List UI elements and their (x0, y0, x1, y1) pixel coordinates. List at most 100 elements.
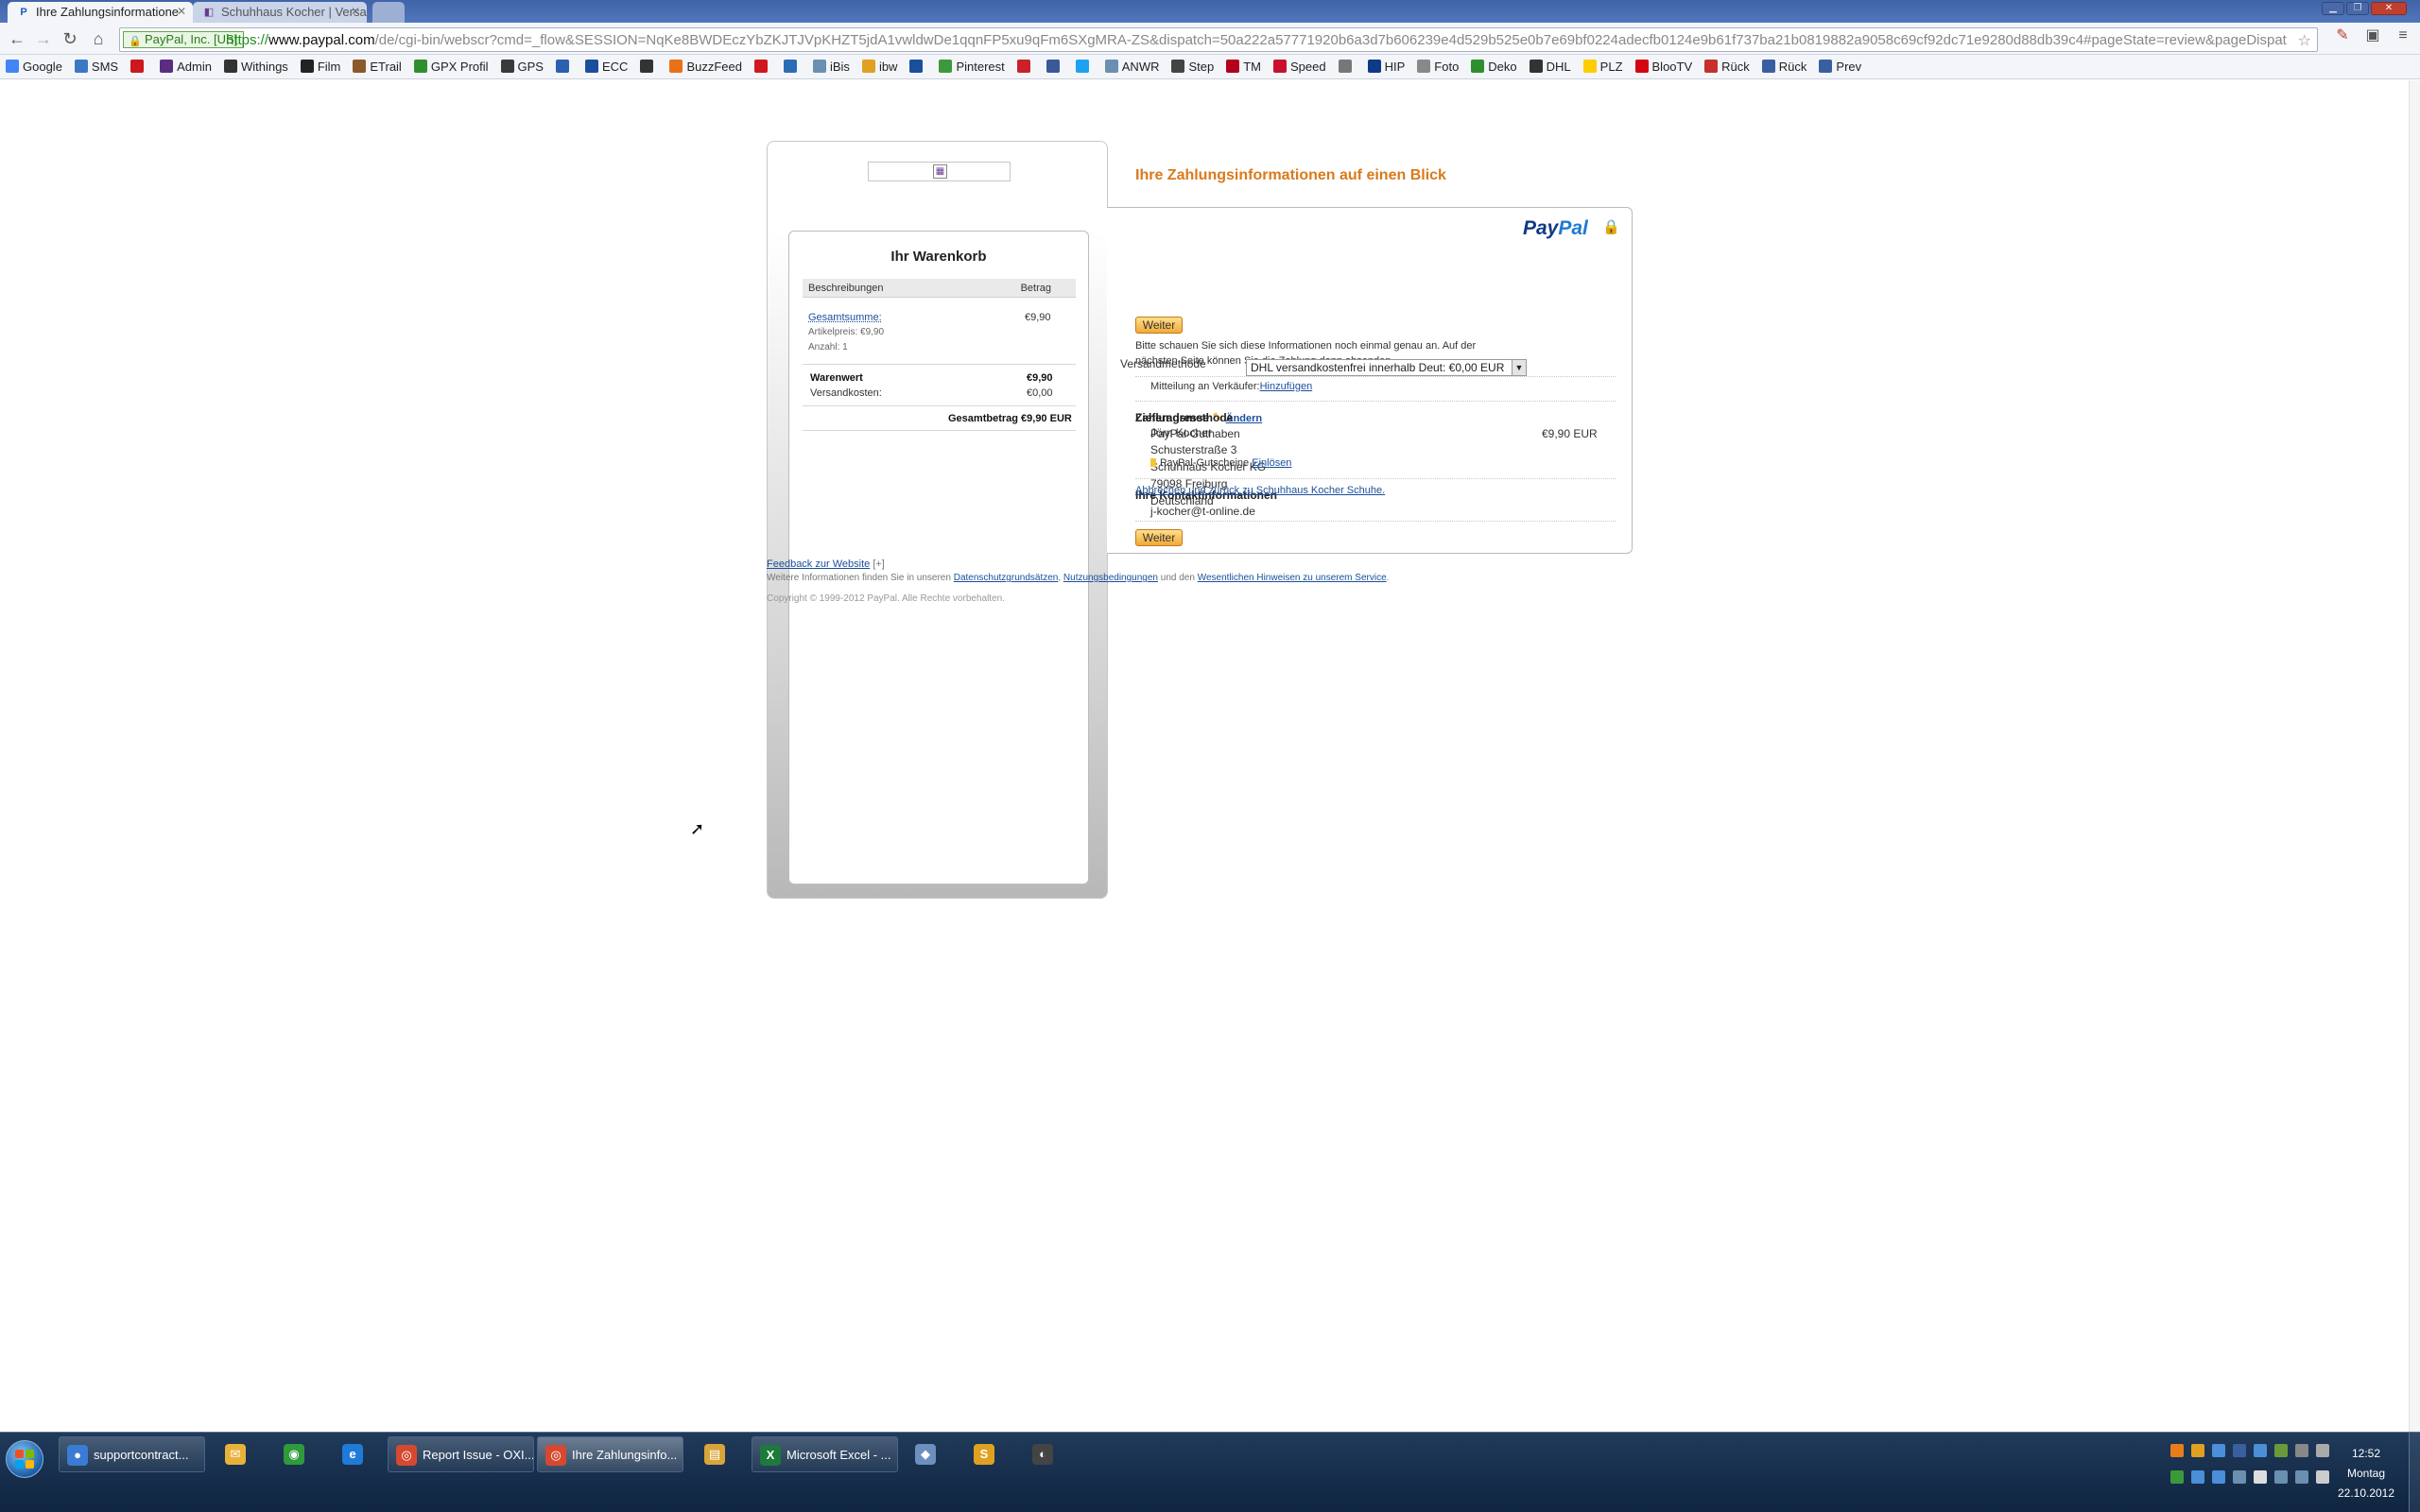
tab-paypal[interactable]: P Ihre Zahlungsinformatione ✕ (8, 2, 193, 23)
tray-icon[interactable] (2254, 1444, 2267, 1457)
start-button[interactable] (6, 1440, 43, 1478)
bookmark-item[interactable]: ANWR (1104, 55, 1159, 78)
bookmark-item[interactable]: GPX Profil (413, 55, 489, 78)
reload-icon[interactable]: ↻ (57, 27, 83, 50)
tray-icon[interactable] (2191, 1444, 2204, 1457)
bookmark-item[interactable]: DHL (1529, 55, 1571, 78)
tray-icon[interactable] (2316, 1444, 2329, 1457)
add-seller-note-link[interactable]: Hinzufügen (1260, 381, 1313, 392)
bookmark-item[interactable] (640, 55, 657, 78)
bookmark-item[interactable]: Film (300, 55, 340, 78)
close-window-icon[interactable]: ✕ (2371, 2, 2407, 15)
bookmark-item[interactable]: BuzzFeed (669, 55, 742, 78)
back-icon[interactable]: ← (4, 27, 30, 50)
extension-icon[interactable]: ✎ (2333, 27, 2352, 44)
shipping-method-select[interactable]: DHL versandkostenfrei innerhalb Deut: €0… (1246, 359, 1527, 376)
tray-icon[interactable] (2295, 1444, 2308, 1457)
address-bar[interactable]: 🔒 PayPal, Inc. [US] https://www.paypal.c… (119, 27, 2318, 52)
bookmark-item[interactable]: Speed (1273, 55, 1326, 78)
service-notes-link[interactable]: Wesentlichen Hinweisen zu unserem Servic… (1198, 573, 1387, 583)
taskbar-app-icon[interactable]: S (964, 1436, 1006, 1472)
bookmark-item[interactable]: Rück (1704, 55, 1750, 78)
menu-icon[interactable]: ≡ (2394, 27, 2412, 44)
bookmark-item[interactable]: Prev (1819, 55, 1861, 78)
tray-icon[interactable] (2212, 1470, 2225, 1484)
bookmark-item[interactable]: HIP (1367, 55, 1405, 78)
page-scrollbar[interactable] (2409, 80, 2420, 1432)
tray-icon[interactable] (2233, 1444, 2246, 1457)
tray-icon[interactable] (2233, 1470, 2246, 1484)
taskbar-app-icon[interactable]: ◉ (274, 1436, 316, 1472)
tray-icon[interactable] (2212, 1444, 2225, 1457)
windows-logo-icon (15, 1450, 34, 1469)
tray-icon[interactable] (2170, 1444, 2184, 1457)
minimize-icon[interactable]: ▁ (2322, 2, 2344, 15)
tray-icon[interactable] (2254, 1470, 2267, 1484)
extension-icon[interactable]: ▣ (2363, 27, 2382, 44)
tray-icon[interactable] (2170, 1470, 2184, 1484)
bookmark-favicon-icon (413, 60, 427, 73)
bookmark-item[interactable]: GPS (500, 55, 544, 78)
bookmark-item[interactable] (909, 55, 926, 78)
tray-icon[interactable] (2274, 1444, 2288, 1457)
close-icon[interactable]: ✕ (351, 2, 360, 22)
maximize-icon[interactable]: ❐ (2346, 2, 2369, 15)
taskbar-app-icon[interactable]: ◐ (1023, 1436, 1064, 1472)
bookmark-item[interactable] (1338, 55, 1356, 78)
tray-icon[interactable] (2295, 1470, 2308, 1484)
bookmark-item[interactable]: TM (1226, 55, 1261, 78)
bookmark-item[interactable] (130, 55, 147, 78)
close-icon[interactable]: ✕ (177, 2, 186, 22)
cancel-link[interactable]: Abbrechen und zurück zu Schuhhaus Kocher… (1135, 485, 1385, 496)
taskbar-item-excel[interactable]: X Microsoft Excel - ... (752, 1436, 898, 1472)
bookmark-item[interactable] (1046, 55, 1063, 78)
bookmark-item[interactable]: SMS (74, 55, 118, 78)
taskbar-ie-icon[interactable]: e (333, 1436, 374, 1472)
cart-item-name[interactable]: Gesamtsumme: (808, 312, 882, 323)
bookmark-item[interactable] (753, 55, 771, 78)
taskbar-item-paypal[interactable]: ◎ Ihre Zahlungsinfo... (537, 1436, 683, 1472)
bookmark-item[interactable]: Google (6, 55, 62, 78)
bookmark-item[interactable]: ECC (584, 55, 628, 78)
clock[interactable]: 12:52 Montag 22.10.2012 (2333, 1444, 2399, 1503)
tray-icon[interactable] (2274, 1470, 2288, 1484)
bookmark-item[interactable]: Step (1171, 55, 1214, 78)
bookmark-item[interactable] (1075, 55, 1093, 78)
bookmark-item[interactable]: Admin (160, 55, 212, 78)
bookmark-item[interactable]: ibw (861, 55, 897, 78)
taskbar-item-contract[interactable]: ● supportcontract... (59, 1436, 205, 1472)
terms-link[interactable]: Nutzungsbedingungen (1063, 573, 1158, 583)
bookmark-item[interactable]: ETrail (353, 55, 402, 78)
url-text[interactable]: https://www.paypal.com/de/cgi-bin/webscr… (226, 31, 2287, 49)
tray-icon[interactable] (2316, 1470, 2329, 1484)
tray-icon[interactable] (2191, 1470, 2204, 1484)
bookmark-item[interactable]: PLZ (1582, 55, 1623, 78)
bookmark-favicon-icon (1016, 60, 1030, 73)
bookmark-item[interactable]: Pinterest (939, 55, 1005, 78)
bookmark-star-icon[interactable]: ☆ (2298, 31, 2311, 50)
forward-icon[interactable]: → (30, 27, 57, 50)
taskbar-item-report[interactable]: ◎ Report Issue - OXI... (388, 1436, 534, 1472)
tab-shop[interactable]: ◧ Schuhhaus Kocher | Versan ✕ (193, 2, 367, 23)
bookmark-item[interactable]: Foto (1417, 55, 1459, 78)
divider (1135, 401, 1616, 402)
page-content: ▦ Ihr Warenkorb Beschreibungen Betrag Ge… (0, 80, 2409, 1432)
bookmark-item[interactable] (1016, 55, 1034, 78)
bookmark-item[interactable]: Withings (223, 55, 288, 78)
privacy-link[interactable]: Datenschutzgrundsätzen (954, 573, 1059, 583)
home-icon[interactable]: ⌂ (85, 27, 112, 50)
bookmark-item[interactable]: Rück (1761, 55, 1806, 78)
redeem-coupon-link[interactable]: Einlösen (1252, 457, 1291, 469)
taskbar-explorer-icon[interactable]: ▤ (695, 1436, 736, 1472)
bookmark-item[interactable]: Deko (1471, 55, 1517, 78)
bookmark-item[interactable]: iBis (812, 55, 850, 78)
continue-button-bottom[interactable]: Weiter (1135, 529, 1183, 546)
new-tab-button[interactable] (372, 2, 405, 23)
taskbar-outlook-icon[interactable]: ✉ (216, 1436, 257, 1472)
taskbar-app-icon[interactable]: ◆ (906, 1436, 947, 1472)
bookmark-item[interactable] (783, 55, 801, 78)
feedback-link[interactable]: Feedback zur Website (767, 558, 870, 570)
bookmark-item[interactable]: BlooTV (1634, 55, 1692, 78)
show-desktop-button[interactable] (2409, 1433, 2420, 1512)
bookmark-item[interactable] (555, 55, 573, 78)
